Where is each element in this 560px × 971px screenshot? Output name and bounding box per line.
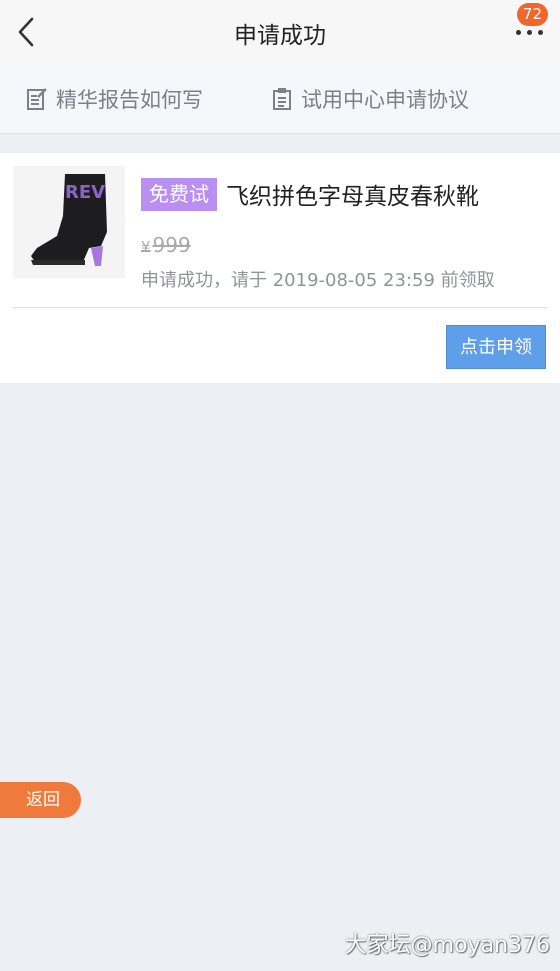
clipboard-icon — [273, 88, 291, 110]
divider — [13, 307, 547, 308]
original-price: ¥999 — [141, 233, 191, 257]
price-value: 999 — [152, 233, 191, 257]
help-links-bar: 精华报告如何写 试用中心申请协议 — [0, 62, 560, 134]
more-dot — [538, 30, 543, 35]
more-dots-icon — [516, 30, 521, 35]
link-label: 精华报告如何写 — [56, 88, 203, 112]
nav-header: 申请成功 72 — [0, 0, 560, 62]
link-label: 试用中心申请协议 — [301, 88, 469, 112]
link-trial-agreement[interactable]: 试用中心申请协议 — [271, 84, 469, 114]
notification-badge: 72 — [516, 3, 548, 26]
link-report-guide[interactable]: 精华报告如何写 — [26, 84, 203, 114]
more-dot — [527, 30, 532, 35]
claim-button[interactable]: 点击申领 — [446, 325, 546, 369]
watermark: 大家坛@moyan376 — [344, 933, 550, 958]
edit-document-icon — [27, 88, 47, 110]
product-name[interactable]: 飞织拼色字母真皮春秋靴 — [226, 177, 479, 211]
trial-product-card: REV 免费试 飞织拼色字母真皮春秋靴 ¥999 申请成功，请于 2019-08… — [0, 153, 560, 383]
boot-logo-text: REV — [65, 182, 105, 203]
page-title: 申请成功 — [234, 23, 326, 49]
free-trial-tag: 免费试 — [141, 178, 217, 211]
return-button[interactable]: 返回 — [0, 782, 81, 818]
page: 申请成功 72 精华报告如何写 试用中心申请协议 REV 免费试 飞织拼色字母真… — [0, 0, 560, 971]
currency-symbol: ¥ — [141, 238, 151, 256]
application-status: 申请成功，请于 2019-08-05 23:59 前领取 — [141, 270, 495, 291]
product-image[interactable]: REV — [13, 166, 125, 278]
boot-image: REV — [13, 166, 125, 278]
